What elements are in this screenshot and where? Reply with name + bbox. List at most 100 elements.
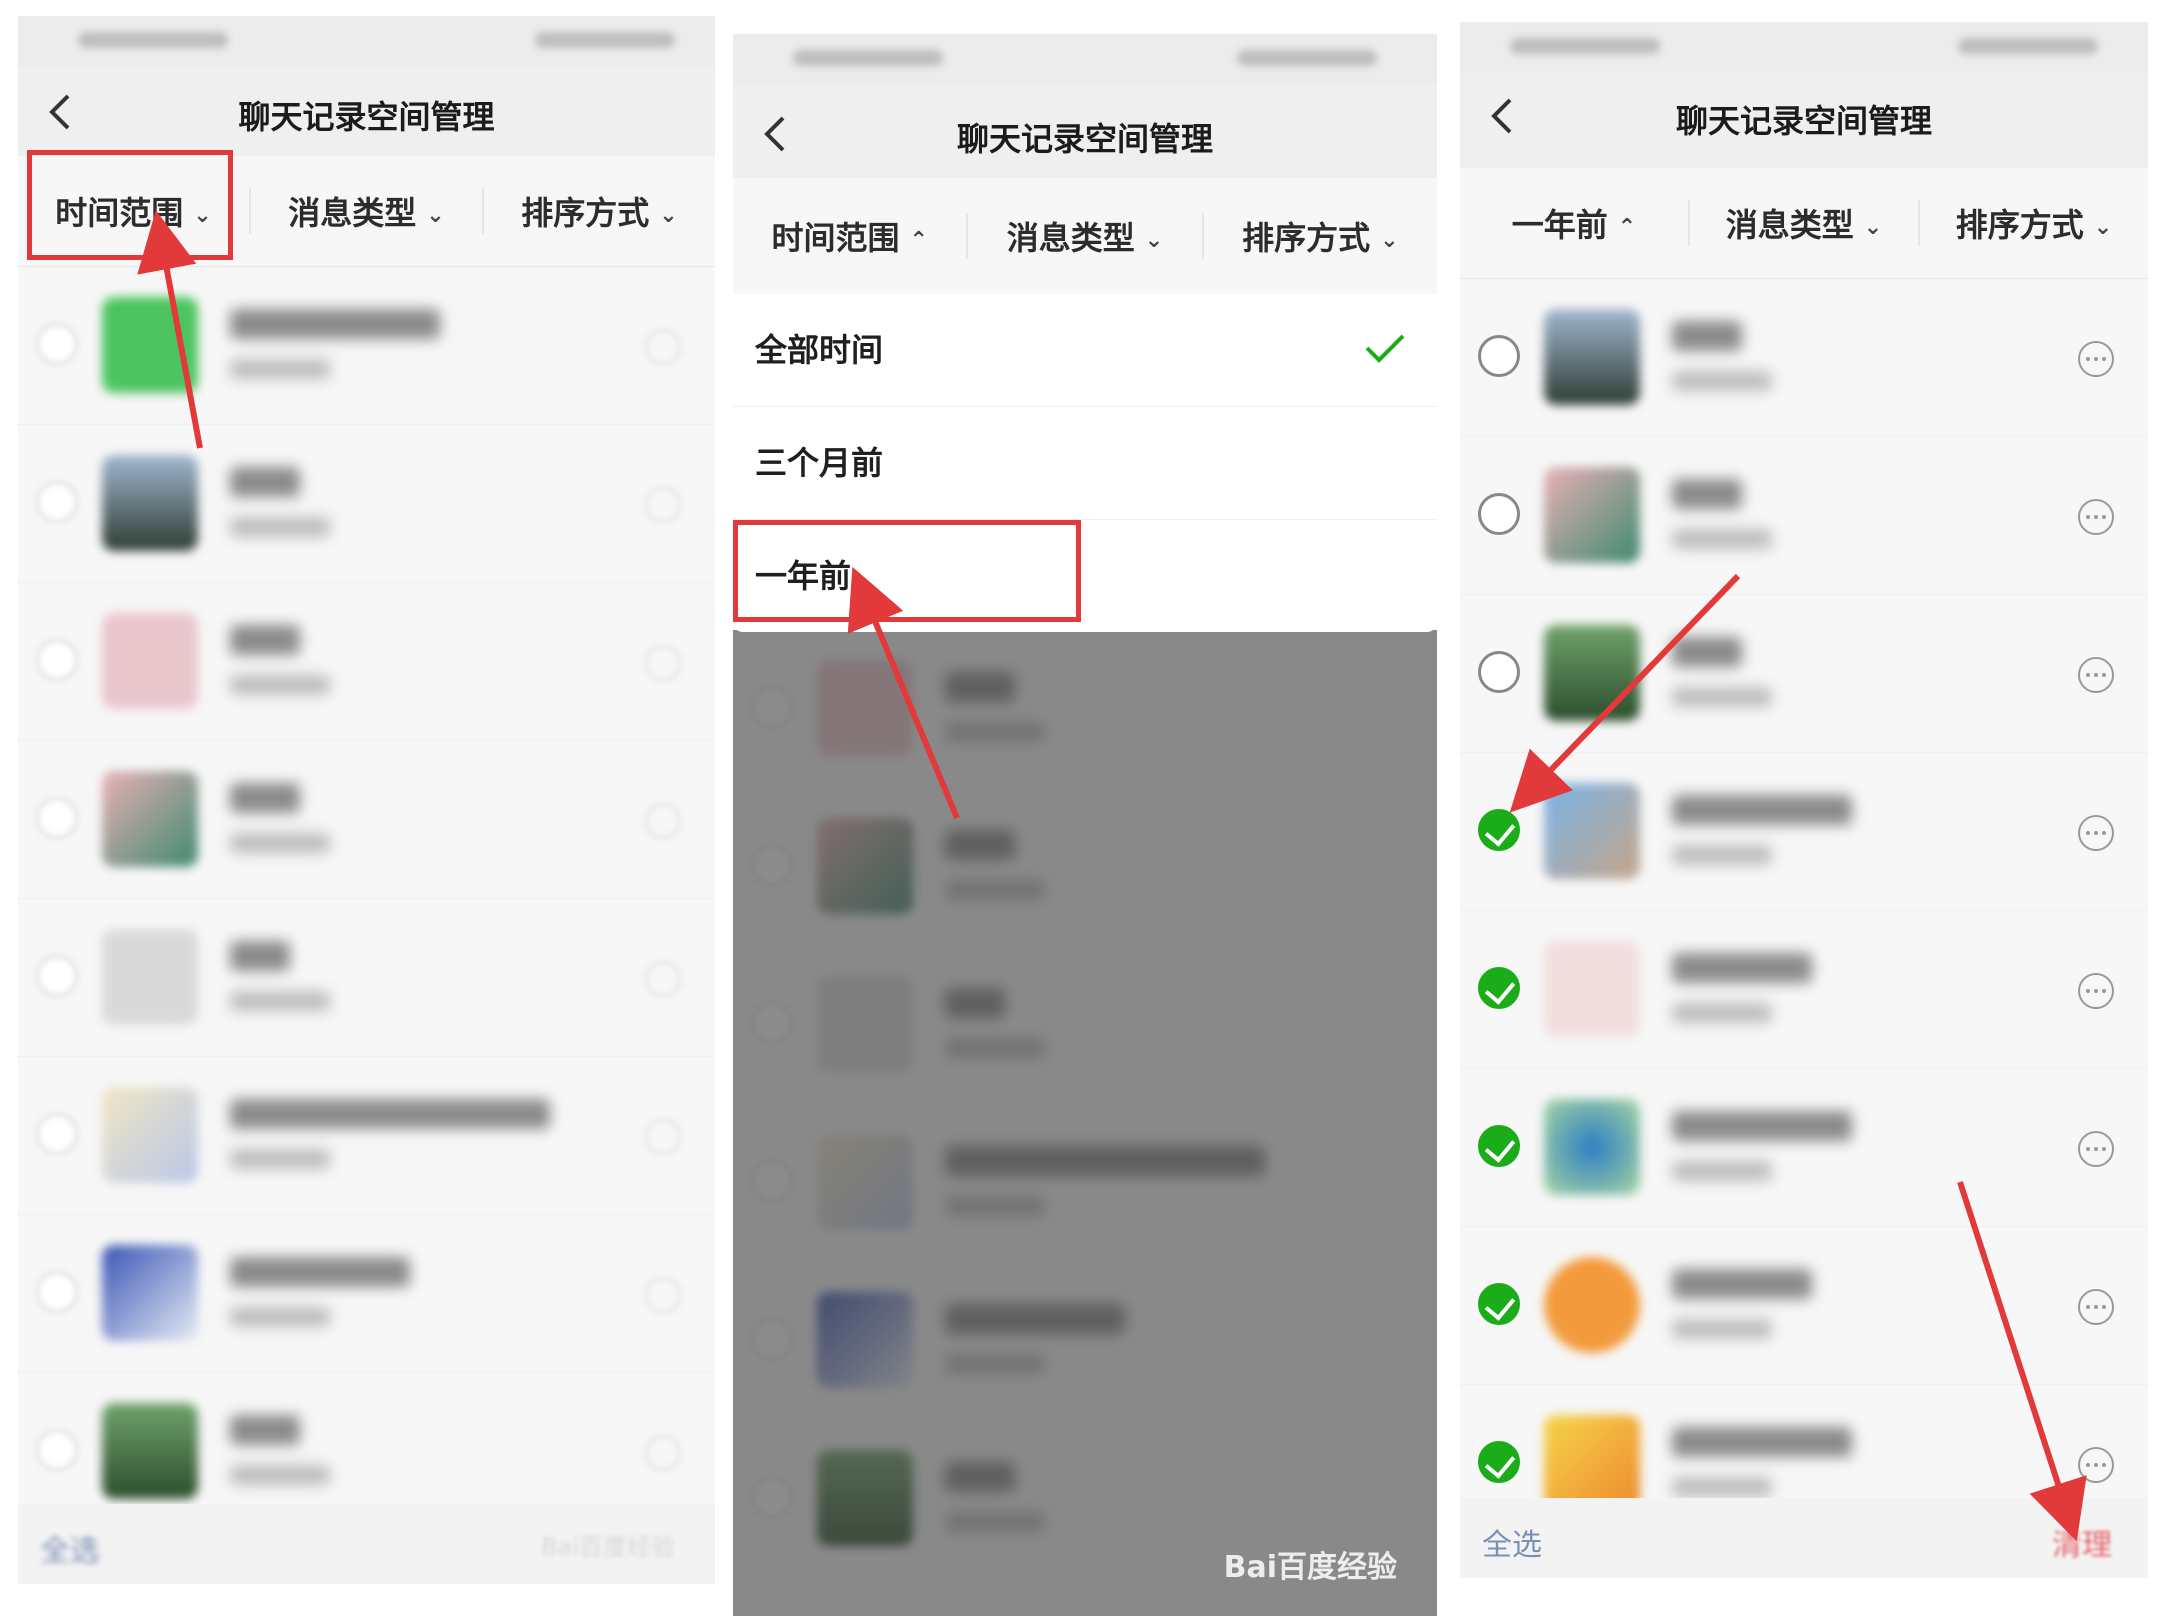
watermark: Bai百度经验 — [541, 1533, 675, 1561]
avatar — [1544, 1099, 1640, 1195]
list-item[interactable] — [1460, 753, 2148, 911]
select-radio[interactable] — [36, 797, 78, 839]
avatar — [1544, 1257, 1640, 1353]
message-type-label: 消息类型 — [1006, 219, 1135, 257]
select-radio[interactable] — [36, 481, 78, 523]
time-range-label: 一年前 — [1511, 206, 1608, 244]
message-type-filter[interactable]: 消息类型 ⌄ — [1688, 200, 1918, 246]
list-item[interactable] — [18, 267, 715, 425]
select-radio[interactable] — [1478, 335, 1520, 377]
more-horizontal-icon[interactable] — [2076, 339, 2116, 379]
more-horizontal-icon[interactable] — [2076, 1129, 2116, 1169]
highlight-time-range — [27, 150, 233, 260]
select-radio-checked[interactable] — [1478, 967, 1520, 1009]
status-bar — [1460, 22, 2148, 72]
chevron-down-icon: ⌄ — [426, 202, 445, 228]
checkmark-icon — [1365, 334, 1405, 363]
sort-label: 排序方式 — [1242, 219, 1371, 257]
message-type-label: 消息类型 — [1725, 206, 1854, 244]
sort-label: 排序方式 — [521, 194, 650, 232]
more-horizontal-icon[interactable] — [643, 1117, 683, 1157]
list-item[interactable] — [1460, 437, 2148, 595]
more-horizontal-icon[interactable] — [643, 485, 683, 525]
more-horizontal-icon[interactable] — [643, 327, 683, 367]
option-label: 三个月前 — [755, 444, 884, 482]
sort-filter[interactable]: 排序方式 ⌄ — [482, 188, 715, 234]
avatar — [102, 1245, 198, 1341]
time-range-filter[interactable]: 一年前 ⌃ — [1460, 200, 1688, 246]
chat-list — [1460, 279, 2148, 1543]
more-horizontal-icon[interactable] — [643, 1275, 683, 1315]
select-radio[interactable] — [36, 1271, 78, 1313]
list-item[interactable] — [1460, 595, 2148, 753]
more-horizontal-icon[interactable] — [643, 1433, 683, 1473]
list-item[interactable] — [1460, 911, 2148, 1069]
avatar — [102, 771, 198, 867]
select-radio[interactable] — [1478, 651, 1520, 693]
select-radio-checked[interactable] — [1478, 1441, 1520, 1483]
avatar — [102, 613, 198, 709]
message-type-filter[interactable]: 消息类型 ⌄ — [966, 213, 1201, 259]
chevron-down-icon: ⌄ — [1380, 227, 1399, 253]
list-item[interactable] — [18, 583, 715, 741]
list-item[interactable] — [18, 425, 715, 583]
avatar — [102, 929, 198, 1025]
select-radio[interactable] — [36, 1113, 78, 1155]
screen-step-2: 聊天记录空间管理 时间范围 ⌃ 消息类型 ⌄ 排序方式 ⌄ 全部时间 三个月前 — [733, 34, 1437, 1616]
message-type-label: 消息类型 — [288, 194, 417, 232]
more-horizontal-icon[interactable] — [2076, 497, 2116, 537]
time-range-label: 时间范围 — [771, 219, 900, 257]
more-horizontal-icon[interactable] — [643, 959, 683, 999]
list-item[interactable] — [1460, 1227, 2148, 1385]
sort-filter[interactable]: 排序方式 ⌄ — [1918, 200, 2148, 246]
dim-overlay[interactable] — [733, 630, 1437, 1616]
list-item[interactable] — [18, 1215, 715, 1373]
highlight-one-year-ago — [733, 520, 1081, 622]
list-item[interactable] — [18, 741, 715, 899]
select-all-button[interactable]: 全选 — [40, 1526, 100, 1570]
more-horizontal-icon[interactable] — [2076, 1287, 2116, 1327]
nav-bar: 聊天记录空间管理 — [733, 84, 1437, 178]
option-all-time[interactable]: 全部时间 — [733, 294, 1437, 407]
bottom-bar: 全选 Bai百度经验 — [18, 1504, 715, 1584]
list-item[interactable] — [1460, 1069, 2148, 1227]
status-bar — [18, 16, 715, 66]
option-label: 全部时间 — [755, 331, 884, 369]
avatar — [1544, 309, 1640, 405]
avatar — [102, 455, 198, 551]
more-horizontal-icon[interactable] — [643, 643, 683, 683]
select-all-button[interactable]: 全选 — [1482, 1520, 1542, 1564]
clean-button[interactable]: 清理 — [2052, 1520, 2112, 1564]
status-bar — [733, 34, 1437, 84]
more-horizontal-icon[interactable] — [643, 801, 683, 841]
avatar — [102, 1403, 198, 1499]
sort-filter[interactable]: 排序方式 ⌄ — [1201, 213, 1437, 259]
chat-list — [18, 267, 715, 1531]
page-title: 聊天记录空间管理 — [238, 98, 495, 136]
select-radio-checked[interactable] — [1478, 1125, 1520, 1167]
select-radio[interactable] — [36, 955, 78, 997]
page-title: 聊天记录空间管理 — [1675, 102, 1932, 140]
message-type-filter[interactable]: 消息类型 ⌄ — [249, 188, 482, 234]
more-horizontal-icon[interactable] — [2076, 971, 2116, 1011]
select-radio[interactable] — [36, 639, 78, 681]
list-item[interactable] — [1460, 279, 2148, 437]
list-item[interactable] — [18, 1057, 715, 1215]
avatar — [1544, 783, 1640, 879]
select-radio[interactable] — [1478, 493, 1520, 535]
more-horizontal-icon[interactable] — [2076, 1445, 2116, 1485]
sort-label: 排序方式 — [1955, 206, 2084, 244]
list-item[interactable] — [18, 899, 715, 1057]
more-horizontal-icon[interactable] — [2076, 813, 2116, 853]
avatar — [1544, 1415, 1640, 1511]
more-horizontal-icon[interactable] — [2076, 655, 2116, 695]
avatar — [1544, 941, 1640, 1037]
filter-bar: 一年前 ⌃ 消息类型 ⌄ 排序方式 ⌄ — [1460, 168, 2148, 279]
select-radio[interactable] — [36, 1429, 78, 1471]
select-radio-checked[interactable] — [1478, 1283, 1520, 1325]
select-radio[interactable] — [36, 323, 78, 365]
time-range-filter[interactable]: 时间范围 ⌃ — [733, 213, 966, 259]
select-radio-checked[interactable] — [1478, 809, 1520, 851]
chevron-up-icon: ⌃ — [1617, 214, 1637, 240]
option-three-months-ago[interactable]: 三个月前 — [733, 407, 1437, 520]
